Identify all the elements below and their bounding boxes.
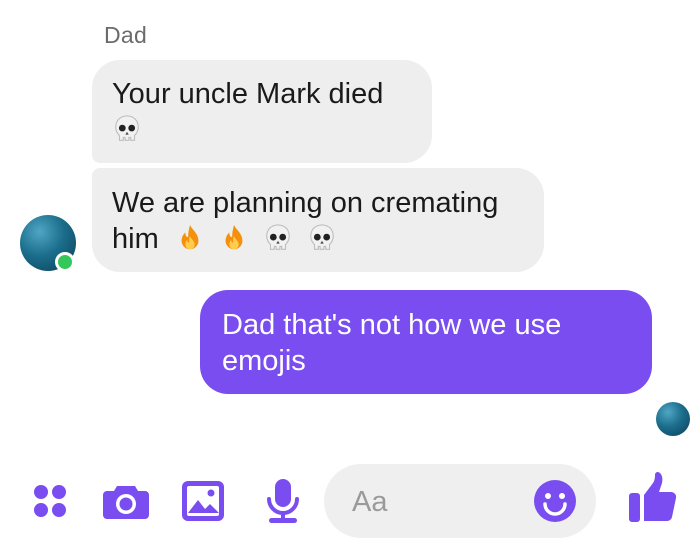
menu-dots-icon [34, 485, 66, 517]
image-icon [182, 481, 224, 521]
skull-emoji-icon [307, 223, 337, 253]
message-text: Dad that's not how we use [222, 309, 562, 341]
message-input-placeholder: Aa [352, 486, 388, 518]
fire-emoji-icon [219, 223, 249, 253]
voice-button[interactable] [262, 478, 304, 524]
menu-button[interactable] [28, 478, 72, 524]
message-text: We are planning on cremating [112, 187, 499, 219]
emoji-button[interactable] [532, 478, 578, 529]
thumbs-up-icon [629, 471, 677, 522]
skull-emoji-icon [112, 114, 142, 144]
incoming-message[interactable]: Your uncle Mark died [92, 60, 432, 163]
message-text: him [112, 223, 159, 255]
sender-name: Dad [104, 22, 148, 48]
incoming-message[interactable]: We are planning on cremating him [92, 168, 544, 272]
message-text: Your uncle Mark died [112, 78, 384, 110]
fire-emoji-icon [175, 223, 205, 253]
skull-emoji-icon [263, 223, 293, 253]
message-composer: Aa [0, 450, 700, 550]
message-text: emojis [222, 345, 306, 377]
microphone-icon [267, 479, 299, 523]
online-status-indicator [55, 252, 75, 272]
like-button[interactable] [626, 470, 680, 526]
camera-icon [103, 486, 149, 519]
outgoing-message[interactable]: Dad that's not how we use emojis [200, 290, 652, 394]
read-receipt-avatar [656, 402, 690, 436]
camera-button[interactable] [102, 478, 150, 524]
gallery-button[interactable] [180, 478, 226, 524]
emoji-icon [534, 480, 576, 522]
message-input[interactable]: Aa [324, 464, 596, 538]
